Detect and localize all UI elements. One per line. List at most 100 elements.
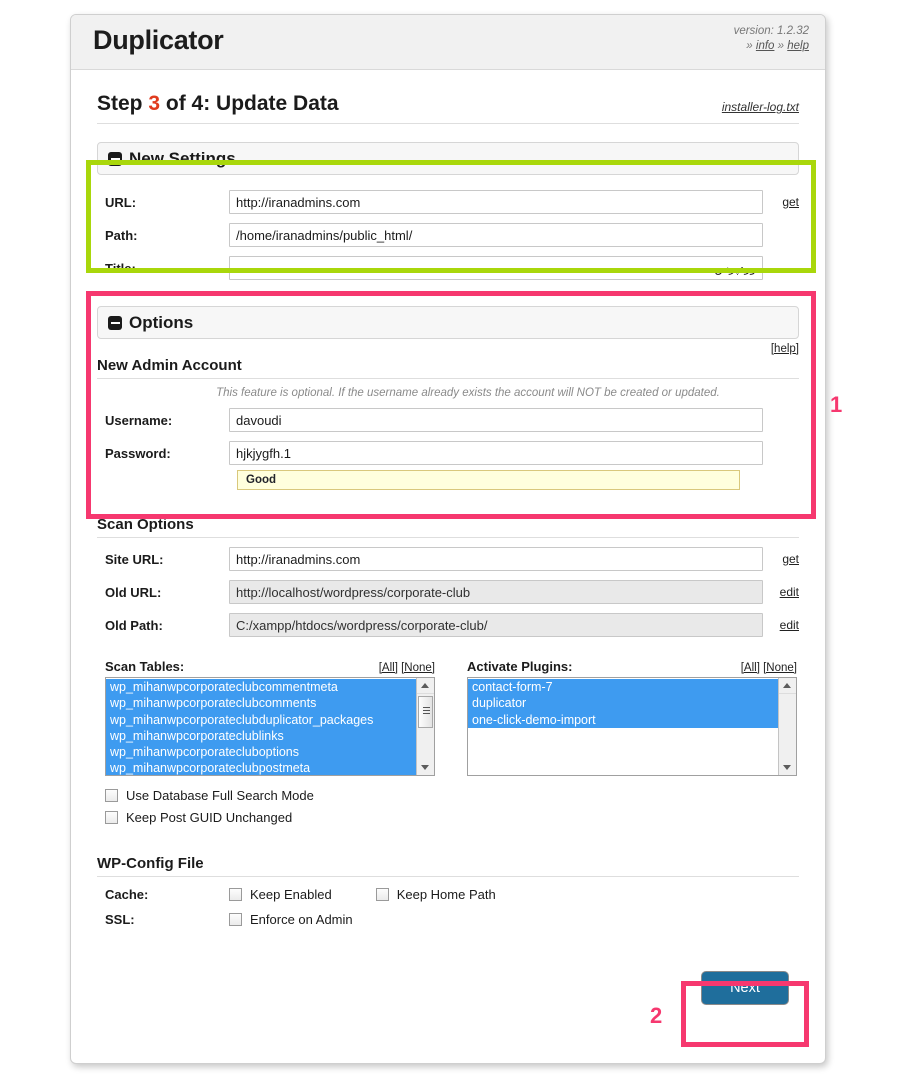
title-label: Title:	[105, 260, 136, 276]
password-strength-meter: Good	[237, 470, 740, 490]
installer-log-link[interactable]: installer-log.txt	[722, 100, 799, 114]
checkbox-use-database-full-search-mode[interactable]	[105, 789, 118, 802]
checkbox-keep-post-guid-unchanged[interactable]	[105, 811, 118, 824]
info-link[interactable]: info	[756, 40, 775, 52]
checkbox-keep-enabled[interactable]	[229, 888, 242, 901]
field-row-url: URL: get	[97, 190, 799, 214]
activate-plugins-all-link[interactable]: [All]	[741, 662, 760, 674]
installer-panel: Duplicator version: 1.2.32 » info » help…	[70, 14, 826, 1064]
checkbox-label: Keep Post GUID Unchanged	[126, 810, 293, 825]
ssl-row: SSL: Enforce on Admin	[97, 912, 799, 927]
activate-plugins-listbox[interactable]: contact-form-7 duplicator one-click-demo…	[467, 677, 797, 776]
scan-tables-all-link[interactable]: [All]	[379, 662, 398, 674]
panel-body: Step 3 of 4: Update Data installer-log.t…	[71, 70, 825, 1041]
scan-options-heading: Scan Options	[97, 516, 799, 538]
old-url-input	[229, 580, 763, 604]
help-link[interactable]: help	[787, 40, 809, 52]
site-url-get-link[interactable]: get	[782, 552, 799, 566]
activate-plugins-head: Activate Plugins: [All] [None]	[467, 659, 797, 674]
minus-square-icon[interactable]	[108, 151, 122, 166]
list-item[interactable]: wp_mihanwpcorporateclubpostmeta	[106, 760, 417, 775]
next-button[interactable]: Next	[701, 971, 789, 1005]
field-row-site-url: Site URL: get	[97, 547, 799, 571]
field-row-path: Path:	[97, 223, 799, 247]
path-label: Path:	[105, 227, 138, 243]
new-settings-section-bar[interactable]: New Settings	[97, 142, 799, 175]
scroll-down-arrow-icon[interactable]	[417, 760, 434, 775]
new-settings-title: New Settings	[129, 148, 236, 168]
password-strength-label: Good	[246, 474, 277, 486]
cache-keep-home-path-option[interactable]: Keep Home Path	[375, 887, 496, 902]
list-item[interactable]: wp_mihanwpcorporateclubcommentmeta	[106, 679, 417, 696]
cache-keep-enabled-option[interactable]: Keep Enabled	[229, 887, 332, 902]
scan-tables-none-link[interactable]: [None]	[401, 662, 435, 674]
old-url-edit-link[interactable]: edit	[780, 585, 799, 599]
scan-tables-listbox[interactable]: wp_mihanwpcorporateclubcommentmeta wp_mi…	[105, 677, 435, 776]
annotation-marker-2: 2	[650, 1003, 663, 1028]
scroll-down-arrow-icon[interactable]	[779, 760, 796, 775]
activate-plugins-options[interactable]: contact-form-7 duplicator one-click-demo…	[468, 678, 779, 775]
options-section-bar[interactable]: Options	[97, 306, 799, 339]
list-item[interactable]: wp_mihanwpcorporateclubcomments	[106, 695, 417, 712]
cache-label: Cache:	[105, 887, 149, 902]
site-url-input[interactable]	[229, 547, 763, 571]
url-label: URL:	[105, 194, 137, 210]
url-get-link[interactable]: get	[782, 195, 799, 209]
activate-plugins-links: [All] [None]	[741, 662, 797, 674]
checkbox-row-full-search[interactable]: Use Database Full Search Mode	[97, 788, 799, 803]
list-item[interactable]: wp_mihanwpcorporatecluboptions	[106, 744, 417, 761]
activate-plugins-scrollbar[interactable]	[778, 678, 796, 775]
version-info: version: 1.2.32 » info » help	[734, 24, 809, 54]
title-input[interactable]	[229, 256, 763, 280]
new-admin-account-heading: New Admin Account	[97, 357, 799, 379]
scan-tables-links: [All] [None]	[379, 662, 435, 674]
field-row-username: Username:	[97, 408, 799, 432]
old-url-edit-link-wrap: edit	[763, 585, 799, 599]
options-help-line: [help]	[97, 343, 799, 355]
scroll-up-arrow-icon[interactable]	[417, 678, 434, 694]
field-row-old-url: Old URL: edit	[97, 580, 799, 604]
checkbox-enforce-on-admin[interactable]	[229, 913, 242, 926]
checkbox-label: Keep Enabled	[250, 887, 332, 902]
url-get-link-wrap: get	[763, 195, 799, 209]
scan-tables-label: Scan Tables:	[105, 659, 185, 674]
step-prefix: Step	[97, 92, 149, 115]
ssl-label: SSL:	[105, 912, 135, 927]
help-chevron-icon: »	[777, 40, 785, 52]
scrollbar-thumb[interactable]	[418, 696, 433, 728]
checkbox-row-keep-guid[interactable]: Keep Post GUID Unchanged	[97, 810, 799, 825]
url-input[interactable]	[229, 190, 763, 214]
list-item[interactable]: wp_mihanwpcorporateclubduplicator_packag…	[106, 711, 417, 728]
site-url-get-link-wrap: get	[763, 552, 799, 566]
username-input[interactable]	[229, 408, 763, 432]
activate-plugins-none-link[interactable]: [None]	[763, 662, 797, 674]
password-input[interactable]	[229, 441, 763, 465]
step-suffix: of 4: Update Data	[160, 92, 339, 115]
wp-config-heading: WP-Config File	[97, 855, 799, 877]
list-item[interactable]: one-click-demo-import	[468, 711, 779, 728]
checkbox-keep-home-path[interactable]	[375, 888, 389, 901]
list-item[interactable]: wp_mihanwpcorporateclublinks	[106, 727, 417, 745]
new-admin-account-note: This feature is optional. If the usernam…	[216, 387, 720, 399]
activate-plugins-label: Activate Plugins:	[467, 659, 573, 674]
path-input[interactable]	[229, 223, 763, 247]
checkbox-label: Keep Home Path	[396, 887, 496, 902]
options-help-link[interactable]: [help]	[771, 343, 799, 355]
old-url-label: Old URL:	[105, 584, 162, 600]
scan-tables-scrollbar[interactable]	[416, 678, 434, 775]
list-item[interactable]: duplicator	[468, 695, 779, 712]
step-header: Step 3 of 4: Update Data installer-log.t…	[97, 70, 799, 124]
page-title: Step 3 of 4: Update Data	[97, 92, 799, 116]
minus-square-icon[interactable]	[108, 315, 122, 330]
scan-tables-options[interactable]: wp_mihanwpcorporateclubcommentmeta wp_mi…	[106, 678, 417, 775]
list-panels: Scan Tables: [All] [None] wp_mihanwpcorp…	[97, 659, 799, 776]
list-item[interactable]: contact-form-7	[468, 679, 779, 696]
scroll-up-arrow-icon[interactable]	[779, 678, 796, 694]
field-row-title: Title:	[97, 256, 799, 280]
checkbox-label: Enforce on Admin	[250, 912, 353, 927]
field-row-old-path: Old Path: edit	[97, 613, 799, 637]
old-path-label: Old Path:	[105, 617, 163, 633]
old-path-edit-link[interactable]: edit	[780, 618, 799, 632]
field-row-password: Password:	[97, 441, 799, 465]
ssl-enforce-on-admin-option[interactable]: Enforce on Admin	[229, 912, 353, 927]
